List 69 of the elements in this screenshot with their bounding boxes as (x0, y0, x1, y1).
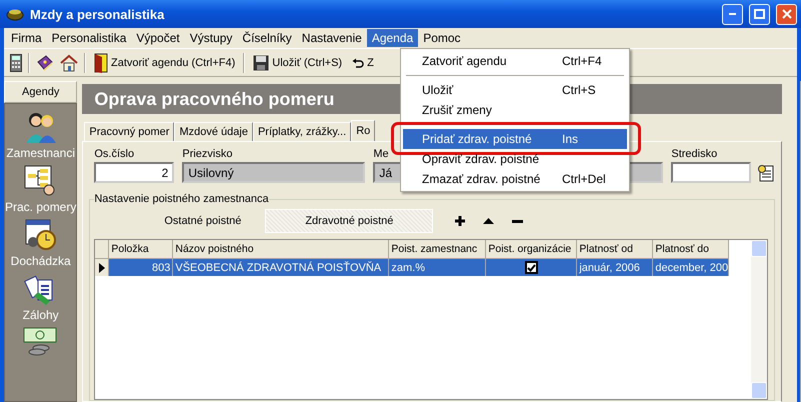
up-arrow-icon[interactable] (483, 218, 494, 224)
column-header[interactable]: Platnosť od (577, 240, 654, 259)
tab[interactable]: Príplatky, zrážky... (252, 122, 352, 141)
scrollbar[interactable] (751, 240, 768, 399)
menu-item[interactable]: Nastavenie (296, 29, 367, 47)
minimize-button[interactable] (722, 4, 743, 24)
field-label: Priezvisko (182, 148, 232, 160)
menu-item[interactable]: Agenda (366, 29, 418, 47)
column-header[interactable]: Názov poistného (173, 240, 390, 259)
row-pointer-icon (98, 262, 105, 272)
door-icon (94, 52, 108, 72)
menu-item[interactable]: Číselníky (237, 29, 297, 47)
book-icon[interactable] (36, 54, 54, 72)
calculator-icon[interactable] (10, 54, 22, 72)
table-cell: január, 2006 (577, 259, 654, 276)
remove-icon[interactable] (512, 220, 524, 222)
close-button[interactable] (776, 4, 797, 24)
minimize-icon (729, 13, 736, 15)
toolbar-button[interactable]: Uložiť (Ctrl+S) (251, 52, 344, 72)
input-field[interactable]: 2 (94, 162, 174, 183)
column-header[interactable]: Poist. organizácie (486, 240, 578, 259)
field-label: Me (373, 148, 389, 160)
table-cell: zam.% (389, 259, 486, 276)
input-field[interactable] (671, 162, 752, 183)
add-icon[interactable] (455, 216, 466, 226)
sidebar-item[interactable]: Dochádzka (10, 254, 71, 268)
checkbox[interactable] (524, 261, 538, 274)
sidebar-item[interactable]: Zálohy (22, 308, 59, 322)
sidebar-item[interactable]: Prac. pomery (5, 200, 76, 214)
toolbar-button[interactable]: Zatvoriť agendu (Ctrl+F4) (92, 50, 238, 74)
maximize-button[interactable] (749, 4, 770, 24)
table-cell: 803 (109, 259, 174, 276)
column-header[interactable]: Platnosť do (653, 240, 730, 259)
tab[interactable]: Mzdové údaje (174, 122, 253, 141)
table-cell: VŠEOBECNÁ ZDRAVOTNÁ POISŤOVŇA (173, 259, 390, 276)
maximize-icon (754, 9, 765, 19)
toolbar-button[interactable]: Z (350, 54, 376, 70)
floppy-icon (253, 54, 270, 70)
sidebar-item[interactable]: Zamestnanci (6, 146, 76, 160)
column-header[interactable]: Poist. zamestnanc (389, 240, 486, 259)
people-icon (24, 110, 58, 144)
menu-item[interactable]: Pomoc (418, 29, 466, 47)
menu-item[interactable]: Výpočet (131, 29, 185, 47)
input-field[interactable]: Usilovný (182, 162, 366, 183)
banknotes-icon (22, 326, 59, 356)
menu-item[interactable]: Personalistika (46, 29, 132, 47)
menu-option[interactable]: Zmazať zdrav. poistné Ctrl+Del (403, 169, 627, 189)
calendar-clock-icon (24, 218, 58, 252)
tab[interactable]: Pracovný pomer (84, 122, 174, 141)
notepad-icon[interactable] (757, 164, 776, 182)
close-icon (782, 9, 792, 19)
menu-option[interactable]: Zatvoriť agendu Ctrl+F4 (403, 51, 627, 71)
undo-icon (352, 58, 364, 68)
pot-icon (6, 7, 24, 21)
subtab[interactable]: Zdravotné poistné (265, 209, 434, 233)
menu-option[interactable]: Pridať zdrav. poistné Ins (403, 129, 627, 149)
menu-item[interactable]: Firma (6, 29, 47, 47)
table-cell: december, 200 (653, 259, 730, 276)
menu-option[interactable]: Opraviť zdrav. poistné (403, 149, 627, 169)
column-header[interactable]: Položka (109, 240, 174, 259)
sidebar-header: Agendy (4, 81, 78, 103)
menu-item[interactable]: Výstupy (184, 29, 238, 47)
tab[interactable]: Ro (351, 120, 376, 141)
window-title: Mzdy a personalistika (30, 6, 166, 22)
field-label: Stredisko (671, 148, 718, 160)
subtab[interactable]: Ostatné poistné (140, 209, 266, 233)
home-icon[interactable] (60, 54, 78, 72)
field-label: Os.číslo (94, 148, 134, 160)
group-title: Nastavenie poistného zamestnanca (94, 193, 269, 205)
